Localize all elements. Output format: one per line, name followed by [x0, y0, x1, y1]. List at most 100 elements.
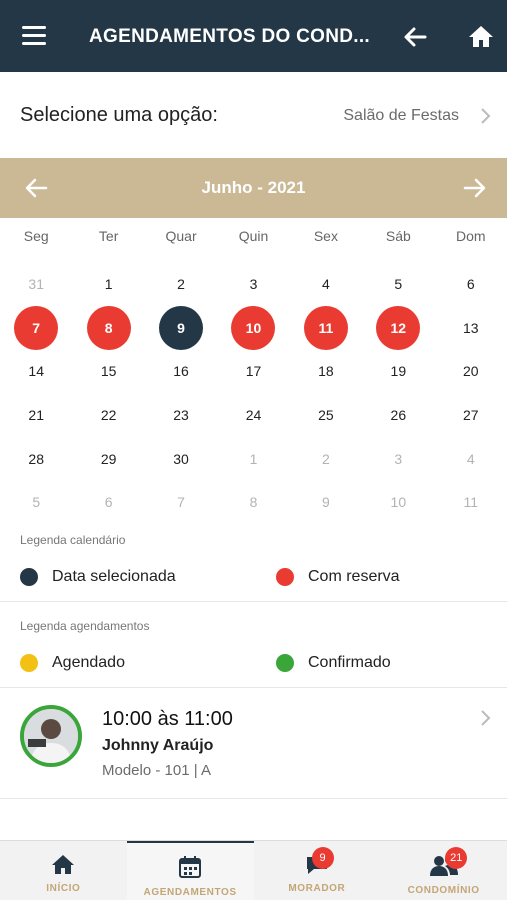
- home-icon[interactable]: [466, 22, 496, 52]
- divider: [0, 798, 507, 799]
- legend-selected: Data selecionada: [20, 568, 176, 586]
- day-number: 5: [394, 275, 403, 292]
- day-number: 11: [463, 494, 479, 511]
- calendar-day[interactable]: 9: [290, 480, 362, 524]
- calendar-week: 21 22 23 24 25 26 27: [0, 393, 507, 437]
- calendar-day[interactable]: 3: [217, 262, 289, 306]
- day-number: 28: [28, 450, 44, 467]
- day-number: 19: [390, 363, 407, 380]
- day-number: 17: [245, 363, 262, 380]
- nav-condo[interactable]: 21 CONDOMÍNIO: [380, 841, 507, 900]
- calendar-day-reserved[interactable]: 11: [290, 305, 362, 350]
- calendar-day-reserved[interactable]: 12: [362, 305, 434, 350]
- calendar-day-reserved[interactable]: 10: [217, 305, 289, 350]
- weekday-label: Quar: [165, 228, 197, 244]
- calendar-day[interactable]: 24: [217, 393, 289, 437]
- calendar-day[interactable]: 1: [72, 262, 144, 306]
- calendar-day[interactable]: 20: [435, 349, 507, 393]
- calendar-day[interactable]: 23: [145, 393, 217, 437]
- nav-home[interactable]: INÍCIO: [0, 841, 127, 900]
- legend-appointments-title: Legenda agendamentos: [20, 619, 150, 633]
- day-number: 22: [100, 406, 117, 423]
- day-number: 1: [249, 450, 258, 467]
- weekday-header: Seg Ter Quar Quin Sex Sáb Dom: [0, 228, 507, 244]
- home-icon: [52, 855, 75, 874]
- calendar-day[interactable]: 29: [72, 437, 144, 481]
- arrow-left-icon[interactable]: [400, 22, 430, 52]
- calendar-day[interactable]: 7: [145, 480, 217, 524]
- day-number: 4: [466, 450, 475, 467]
- calendar-day[interactable]: 22: [72, 393, 144, 437]
- calendar-day[interactable]: 14: [0, 349, 72, 393]
- calendar-day[interactable]: 2: [290, 437, 362, 481]
- nav-resident-label: MORADOR: [288, 883, 346, 894]
- calendar-day[interactable]: 3: [362, 437, 434, 481]
- selector-label: Selecione uma opção:: [20, 104, 218, 126]
- calendar-day[interactable]: 26: [362, 393, 434, 437]
- reserved-dot-icon: [276, 568, 294, 586]
- calendar-day[interactable]: 6: [435, 262, 507, 306]
- calendar-day[interactable]: 21: [0, 393, 72, 437]
- calendar-day[interactable]: 18: [290, 349, 362, 393]
- menu-icon[interactable]: [22, 26, 48, 48]
- chevron-right-icon: [479, 708, 493, 728]
- calendar-day-reserved[interactable]: 7: [0, 305, 72, 350]
- calendar-day[interactable]: 6: [72, 480, 144, 524]
- calendar-day[interactable]: 10: [362, 480, 434, 524]
- weekday-label: Seg: [23, 228, 49, 244]
- day-number: 21: [28, 406, 44, 423]
- calendar-day[interactable]: 4: [435, 437, 507, 481]
- calendar-day[interactable]: 17: [217, 349, 289, 393]
- calendar-day[interactable]: 11: [435, 480, 507, 524]
- day-number: 6: [466, 275, 475, 292]
- day-number: 11: [303, 305, 348, 350]
- legend-reserved-label: Com reserva: [308, 568, 400, 585]
- calendar-day[interactable]: 25: [290, 393, 362, 437]
- day-number: 8: [86, 305, 131, 350]
- calendar-day[interactable]: 30: [145, 437, 217, 481]
- legend-calendar: Data selecionada Com reserva: [0, 560, 507, 596]
- calendar-icon: [179, 856, 202, 878]
- calendar-day[interactable]: 4: [290, 262, 362, 306]
- calendar-day[interactable]: 28: [0, 437, 72, 481]
- calendar-day[interactable]: 5: [362, 262, 434, 306]
- divider: [0, 601, 507, 602]
- calendar-day[interactable]: 16: [145, 349, 217, 393]
- calendar-day[interactable]: 19: [362, 349, 434, 393]
- month-label: Junho - 2021: [201, 178, 306, 197]
- selector-value: Salão de Festas: [343, 107, 459, 124]
- day-number: 7: [14, 305, 59, 350]
- day-number: 25: [318, 406, 334, 423]
- condo-badge: 21: [445, 847, 468, 869]
- scheduled-dot-icon: [20, 654, 38, 672]
- appointment-unit: Modelo - 101 | A: [102, 762, 211, 779]
- weekday-label: Sáb: [385, 228, 411, 244]
- calendar-day[interactable]: 31: [0, 262, 72, 306]
- nav-schedules-label: AGENDAMENTOS: [143, 887, 237, 898]
- appointment-time: 10:00 às 11:00: [102, 708, 233, 730]
- calendar-day[interactable]: 1: [217, 437, 289, 481]
- calendar-day-selected[interactable]: 9: [145, 305, 217, 350]
- calendar-week: 5 6 7 8 9 10 11: [0, 480, 507, 524]
- next-month-icon[interactable]: [461, 174, 489, 202]
- legend-scheduled: Agendado: [20, 654, 125, 672]
- legend-confirmed: Confirmado: [276, 654, 391, 672]
- calendar-day[interactable]: 2: [145, 262, 217, 306]
- calendar-day[interactable]: 27: [435, 393, 507, 437]
- legend-calendar-title: Legenda calendário: [20, 533, 126, 547]
- calendar-day-reserved[interactable]: 8: [72, 305, 144, 350]
- appointment-item[interactable]: 10:00 às 11:00 Johnny Araújo Modelo - 10…: [0, 688, 507, 798]
- nav-resident[interactable]: 9 MORADOR: [254, 841, 381, 900]
- calendar-day[interactable]: 5: [0, 480, 72, 524]
- legend-appointments: Agendado Confirmado: [0, 646, 507, 682]
- calendar-day[interactable]: 15: [72, 349, 144, 393]
- day-number: 7: [177, 494, 185, 511]
- nav-schedules[interactable]: AGENDAMENTOS: [126, 841, 254, 900]
- day-number: 31: [28, 275, 44, 292]
- calendar-day[interactable]: 8: [217, 480, 289, 524]
- calendar-day[interactable]: 13: [435, 306, 507, 350]
- day-number: 12: [376, 305, 421, 350]
- calendar-week: 14 15 16 17 18 19 20: [0, 349, 507, 393]
- calendar-week: 28 29 30 1 2 3 4: [0, 437, 507, 481]
- option-selector[interactable]: Selecione uma opção: Salão de Festas: [0, 72, 507, 158]
